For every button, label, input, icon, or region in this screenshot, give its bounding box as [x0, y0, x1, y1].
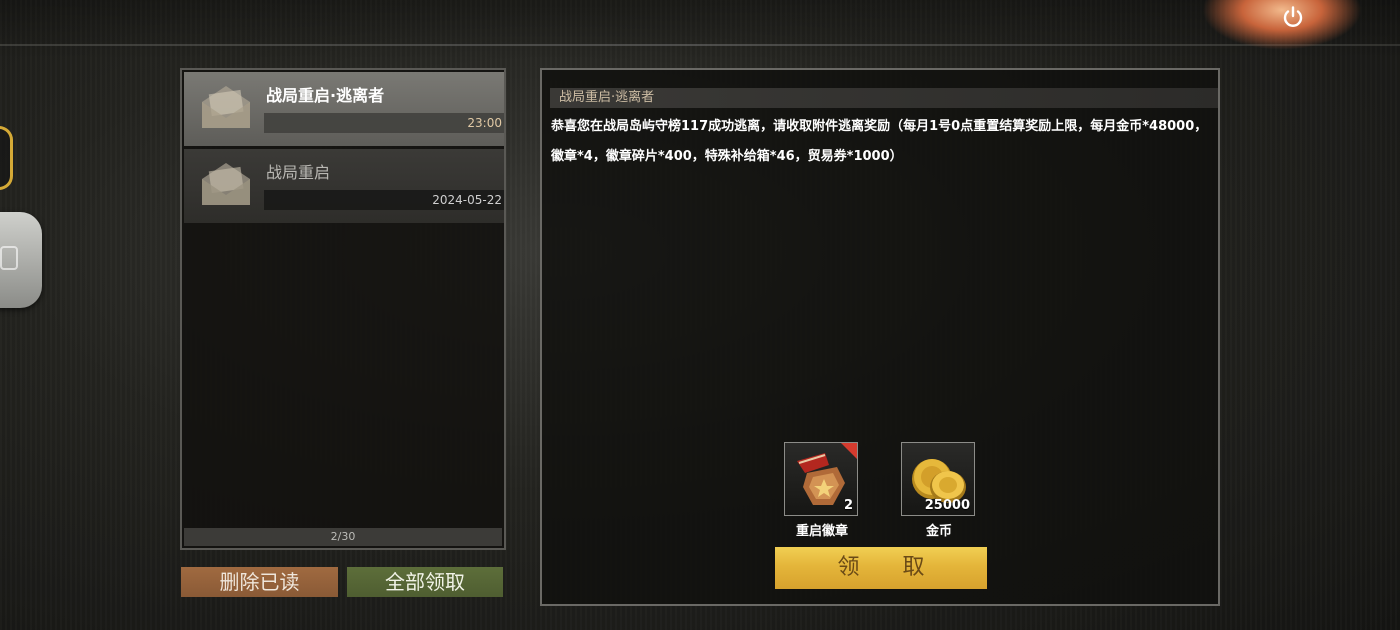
mail-list: 战局重启·逃离者 23:00 战局重启 2024-05-22 2/30	[180, 68, 506, 550]
mail-title: 战局重启	[266, 163, 331, 182]
reward-name: 重启徽章	[795, 524, 848, 539]
mail-title: 战局重启·逃离者	[266, 86, 385, 105]
side-tab-other[interactable]	[0, 212, 42, 308]
reward-slot: 2	[784, 442, 858, 516]
mail-detail-title: 战局重启·逃离者	[550, 88, 1218, 108]
reward-count: 25000	[924, 498, 970, 513]
side-tab-mail[interactable]	[0, 126, 13, 190]
mail-detail-panel: 战局重启·逃离者 恭喜您在战局岛屿守榜117成功逃离，请收取附件逃离奖励（每月1…	[540, 68, 1220, 606]
claim-all-button[interactable]: 全部领取	[347, 567, 503, 597]
envelope-open-icon	[202, 86, 250, 128]
power-icon[interactable]	[1278, 2, 1308, 32]
mail-time: 23:00	[264, 113, 504, 133]
envelope-open-icon	[202, 163, 250, 205]
mail-detail-body: 恭喜您在战局岛屿守榜117成功逃离，请收取附件逃离奖励（每月1号0点重置结算奖励…	[551, 119, 1208, 164]
mail-time: 2024-05-22	[264, 190, 504, 210]
reward-slot: 25000	[901, 442, 975, 516]
reward-count: 2	[843, 498, 853, 513]
side-tab-icon	[0, 246, 18, 270]
receive-button[interactable]: 领 取	[775, 547, 987, 589]
mail-item[interactable]: 战局重启 2024-05-22	[184, 149, 504, 223]
mail-item[interactable]: 战局重启·逃离者 23:00	[184, 72, 504, 146]
reward-name: 金币	[925, 524, 952, 539]
reward-flag	[841, 443, 857, 459]
power-icon-glyph	[1283, 6, 1303, 27]
reward-item[interactable]: 2 重启徽章	[784, 442, 860, 539]
top-divider	[0, 44, 1400, 46]
delete-read-button[interactable]: 删除已读	[181, 567, 338, 597]
reward-item[interactable]: 25000 金币	[901, 442, 977, 539]
page-indicator: 2/30	[184, 528, 502, 546]
